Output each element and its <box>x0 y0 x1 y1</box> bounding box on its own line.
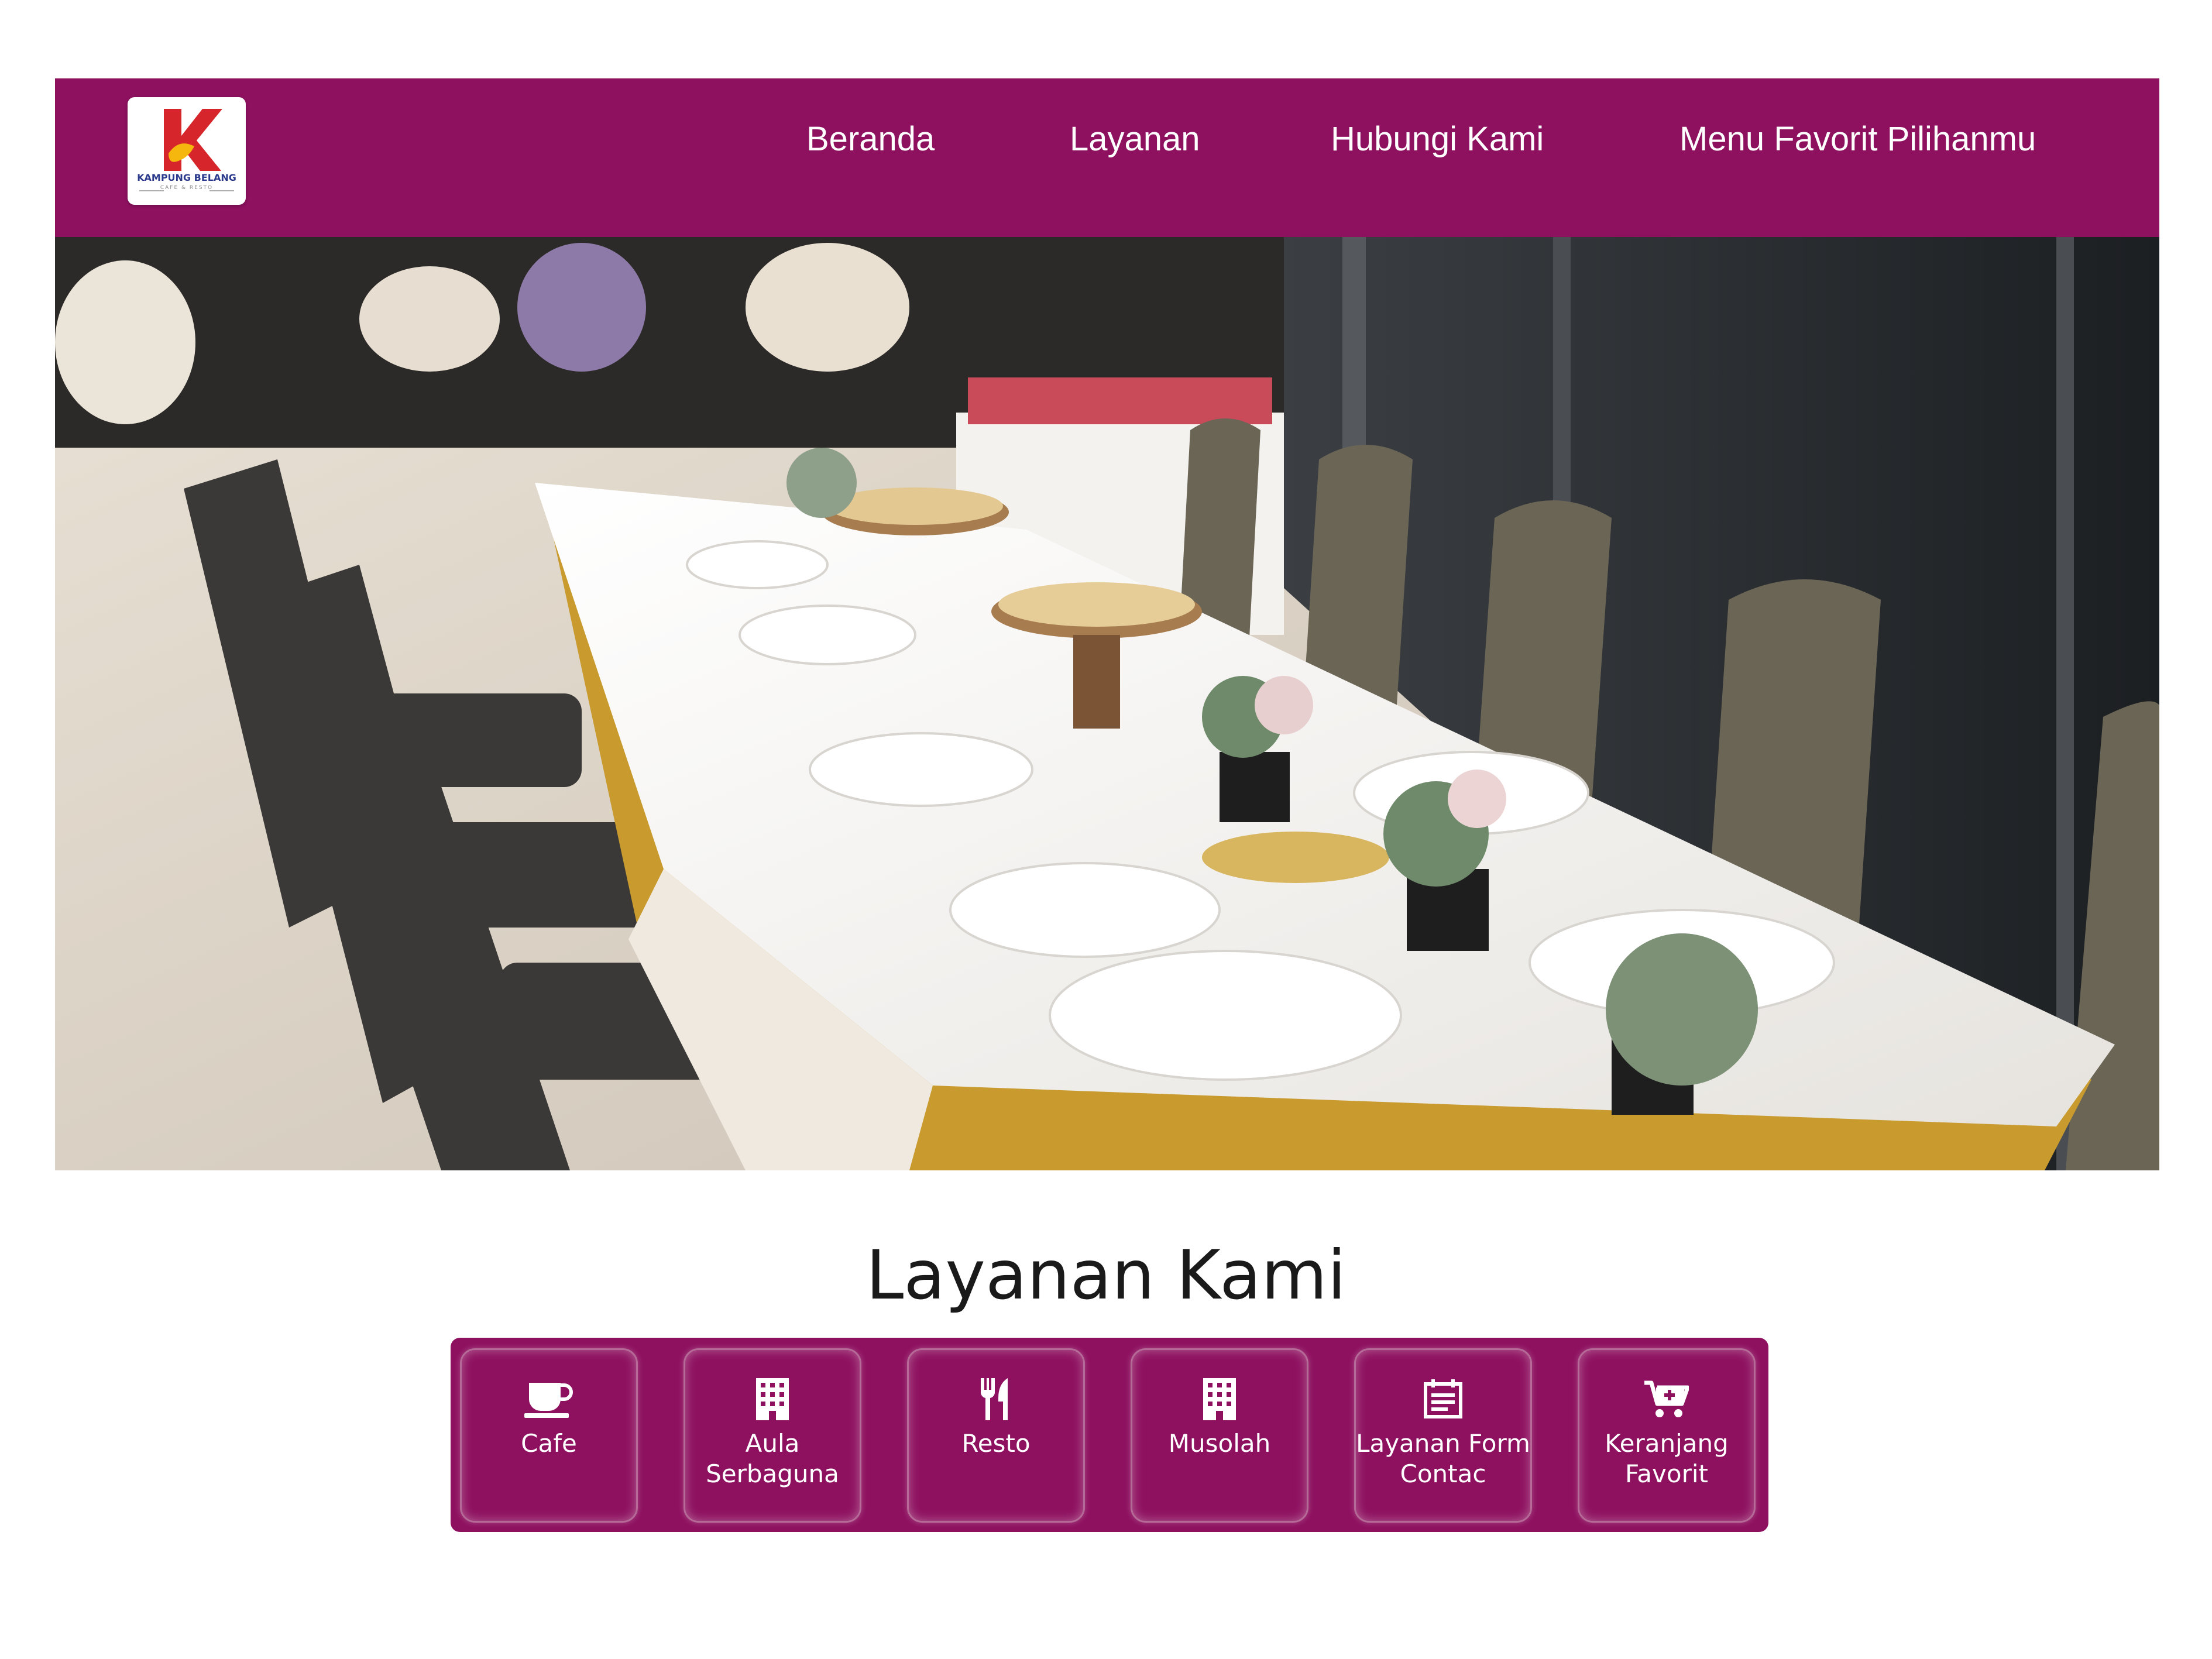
logo-tagline: CAFE & RESTO <box>160 185 214 191</box>
service-label-keranjang-favorit: Keranjang Favorit <box>1605 1429 1729 1488</box>
utensils-icon <box>909 1378 1083 1420</box>
building-icon <box>685 1378 860 1420</box>
cart-plus-icon <box>1579 1378 1754 1420</box>
service-card-cafe[interactable]: Cafe <box>460 1348 638 1523</box>
service-label-musolah: Musolah <box>1168 1429 1271 1458</box>
service-card-layanan-form-contac[interactable]: Layanan Form Contac <box>1354 1348 1532 1523</box>
nav-beranda[interactable]: Beranda <box>806 78 935 237</box>
hero-image <box>55 237 2159 1170</box>
service-label-cafe: Cafe <box>521 1429 577 1458</box>
service-label-aula-serbaguna: Aula Serbaguna <box>706 1429 839 1488</box>
page: KAMPUNG BELANG CAFE & RESTO Beranda Laya… <box>0 0 2212 1659</box>
building-icon <box>1132 1378 1307 1420</box>
service-card-aula-serbaguna[interactable]: Aula Serbaguna <box>683 1348 861 1523</box>
brand-logo[interactable]: KAMPUNG BELANG CAFE & RESTO <box>128 97 246 205</box>
banquet-photo <box>55 237 2159 1170</box>
nav-hubungi-kami[interactable]: Hubungi Kami <box>1331 78 1544 237</box>
nav-menu-favorit[interactable]: Menu Favorit Pilihanmu <box>1679 78 2036 237</box>
services-panel: Cafe Aula Serbaguna Resto Musolah Layana… <box>451 1338 1768 1532</box>
logo-name: KAMPUNG BELANG <box>137 172 236 183</box>
service-card-keranjang-favorit[interactable]: Keranjang Favorit <box>1578 1348 1756 1523</box>
service-card-musolah[interactable]: Musolah <box>1131 1348 1308 1523</box>
service-card-resto[interactable]: Resto <box>907 1348 1085 1523</box>
services-title: Layanan Kami <box>865 1236 1347 1315</box>
form-icon <box>1356 1378 1530 1420</box>
service-label-layanan-form-contac: Layanan Form Contac <box>1356 1429 1530 1488</box>
nav-layanan[interactable]: Layanan <box>1070 78 1200 237</box>
coffee-cup-icon <box>462 1378 636 1420</box>
service-label-resto: Resto <box>961 1429 1031 1458</box>
navbar: KAMPUNG BELANG CAFE & RESTO Beranda Laya… <box>55 78 2159 237</box>
